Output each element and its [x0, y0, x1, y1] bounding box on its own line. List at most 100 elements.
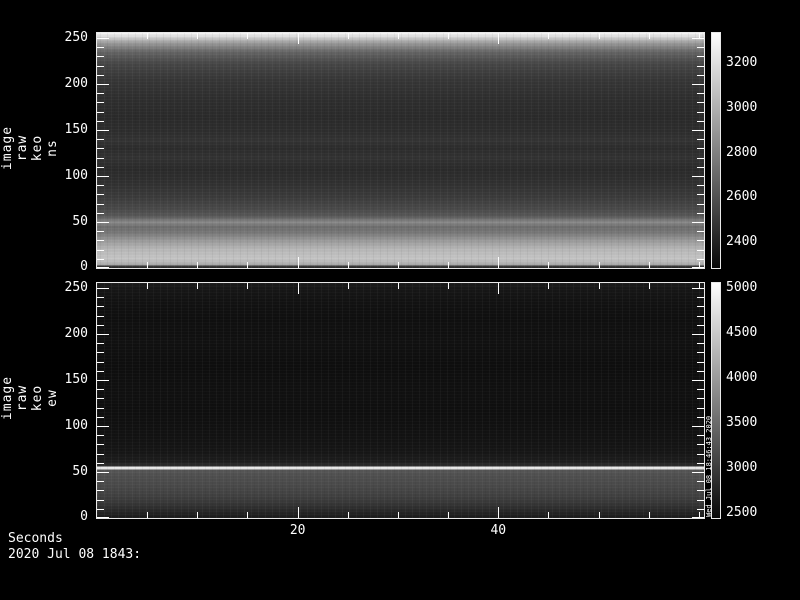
- y-tick: [97, 315, 104, 317]
- y-tick: [97, 297, 104, 299]
- y-tick: [97, 435, 104, 437]
- keogram-ew-panel: [96, 282, 705, 519]
- x-tick: [197, 33, 199, 39]
- y-tick: [692, 130, 704, 132]
- x-tick-label: 20: [289, 523, 306, 538]
- y-tick: [697, 194, 704, 196]
- y-tick: [97, 249, 104, 251]
- x-tick: [548, 283, 550, 289]
- y-tick: [697, 444, 704, 446]
- colorbar-tick-label: 3000: [726, 459, 758, 475]
- colorbar-tick-label: 2500: [726, 504, 758, 520]
- x-tick: [247, 262, 249, 268]
- colorbar-tick-label: 3200: [726, 55, 758, 71]
- y-tick: [97, 334, 109, 336]
- keogram-ns-image: [97, 33, 704, 268]
- x-tick: [197, 262, 199, 268]
- y-tick: [697, 111, 704, 113]
- y-axis-title-word: keo: [30, 134, 45, 162]
- y-tick: [97, 84, 109, 86]
- y-tick: [697, 324, 704, 326]
- y-tick: [97, 306, 104, 308]
- y-tick: [97, 389, 104, 391]
- y-tick: [97, 38, 109, 40]
- y-tick: [97, 166, 104, 168]
- x-tick: [698, 262, 700, 268]
- y-tick: [97, 453, 104, 455]
- keogram-ew-image: [97, 283, 704, 518]
- y-tick: [697, 74, 704, 76]
- y-tick: [697, 361, 704, 363]
- y-tick: [697, 435, 704, 437]
- y-tick-label: 150: [64, 372, 88, 388]
- y-tick: [97, 517, 109, 518]
- y-tick: [97, 343, 104, 345]
- y-tick: [697, 306, 704, 308]
- y-tick: [97, 222, 109, 223]
- y-tick: [697, 416, 704, 418]
- x-tick: [147, 262, 149, 268]
- y-tick: [697, 407, 704, 409]
- x-tick: [698, 33, 700, 39]
- x-tick: [448, 262, 450, 268]
- y-tick: [97, 93, 104, 95]
- y-tick: [97, 203, 104, 205]
- x-tick: [347, 512, 349, 518]
- y-tick: [97, 185, 104, 187]
- x-tick: [698, 283, 700, 289]
- y-tick: [97, 231, 104, 233]
- y-tick-label: 50: [72, 464, 88, 479]
- y-tick: [97, 111, 104, 113]
- y-tick: [697, 352, 704, 354]
- y-axis-title-word: raw: [15, 134, 30, 162]
- x-tick: [648, 283, 650, 289]
- x-tick: [347, 262, 349, 268]
- y-tick: [697, 508, 704, 510]
- keogram-ns-panel: [96, 32, 705, 269]
- x-tick: [548, 512, 550, 518]
- y-tick: [97, 288, 109, 290]
- x-tick-label: 40: [490, 523, 507, 538]
- y-tick: [97, 65, 104, 67]
- y-tick: [97, 380, 109, 382]
- x-tick: [598, 283, 600, 289]
- colorbar-tick-label: 2400: [726, 234, 758, 250]
- y-tick: [697, 231, 704, 233]
- colorbar-tick-label: 3000: [726, 99, 758, 115]
- y-tick: [97, 148, 104, 150]
- y-tick: [97, 407, 104, 409]
- y-tick: [697, 343, 704, 345]
- y-tick: [697, 203, 704, 205]
- x-tick: [347, 33, 349, 39]
- x-tick: [448, 512, 450, 518]
- colorbar-ns: [711, 32, 721, 269]
- x-tick: [498, 507, 500, 518]
- x-tick: [548, 262, 550, 268]
- x-tick: [197, 512, 199, 518]
- x-tick: [648, 512, 650, 518]
- y-tick: [697, 102, 704, 104]
- y-tick: [697, 139, 704, 141]
- y-axis-title-word: raw: [15, 384, 30, 412]
- y-tick-label: 250: [64, 30, 88, 46]
- y-tick: [97, 490, 104, 492]
- y-tick: [97, 472, 109, 473]
- y-tick: [697, 258, 704, 260]
- y-tick: [97, 370, 104, 372]
- x-tick: [498, 283, 500, 294]
- x-tick: [397, 262, 399, 268]
- y-tick: [692, 380, 704, 382]
- y-tick: [692, 84, 704, 86]
- x-tick: [147, 512, 149, 518]
- y-tick: [97, 212, 104, 214]
- y-tick-label: 0: [80, 509, 88, 524]
- y-tick-label: 150: [64, 122, 88, 138]
- colorbar-tick-label: 3500: [726, 415, 758, 431]
- y-tick: [697, 490, 704, 492]
- y-axis-title-word: keo: [30, 384, 45, 412]
- y-tick-label: 200: [64, 76, 88, 92]
- y-tick: [97, 139, 104, 141]
- x-tick: [147, 283, 149, 289]
- x-tick: [698, 512, 700, 518]
- x-tick: [397, 512, 399, 518]
